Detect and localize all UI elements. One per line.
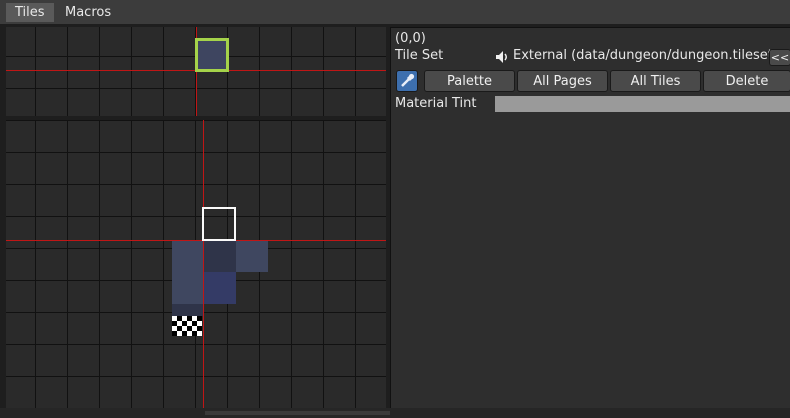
map-tile: [204, 272, 236, 304]
material-tint-label: Material Tint: [395, 96, 477, 111]
tile-map-canvas[interactable]: [6, 120, 386, 408]
map-y-axis: [203, 120, 204, 408]
tile-cursor[interactable]: [202, 207, 236, 241]
tab-bar: Tiles Macros: [0, 0, 790, 24]
eyedropper-button[interactable]: [396, 70, 418, 92]
collapse-button[interactable]: <<: [769, 49, 790, 66]
map-tile: [172, 240, 204, 272]
scrollbar-thumb[interactable]: [205, 411, 390, 415]
horizontal-scrollbar[interactable]: [0, 408, 790, 418]
palette-button[interactable]: Palette: [424, 70, 515, 92]
tab-tiles[interactable]: Tiles: [6, 3, 54, 22]
coords-readout: (0,0): [395, 31, 426, 46]
map-tile: [204, 240, 236, 272]
empty-tile-marker: [172, 316, 202, 336]
speaker-icon: [496, 51, 507, 63]
tile-palette[interactable]: [6, 27, 386, 116]
all-tiles-button[interactable]: All Tiles: [610, 70, 701, 92]
material-tint-swatch[interactable]: [495, 96, 790, 112]
map-tile: [236, 240, 268, 272]
map-tile: [172, 272, 204, 304]
tileset-label: Tile Set: [395, 48, 444, 63]
map-tile: [172, 304, 204, 316]
eyedropper-icon: [401, 73, 415, 87]
inspector-panel: (0,0) Tile Set External (data/dungeon/du…: [390, 27, 790, 409]
delete-button[interactable]: Delete: [703, 70, 790, 92]
tab-macros[interactable]: Macros: [56, 3, 120, 22]
map-x-axis: [6, 240, 386, 241]
selected-tile[interactable]: [195, 38, 229, 72]
tileset-value[interactable]: External (data/dungeon/dungeon.tileset): [513, 48, 778, 63]
all-pages-button[interactable]: All Pages: [517, 70, 608, 92]
